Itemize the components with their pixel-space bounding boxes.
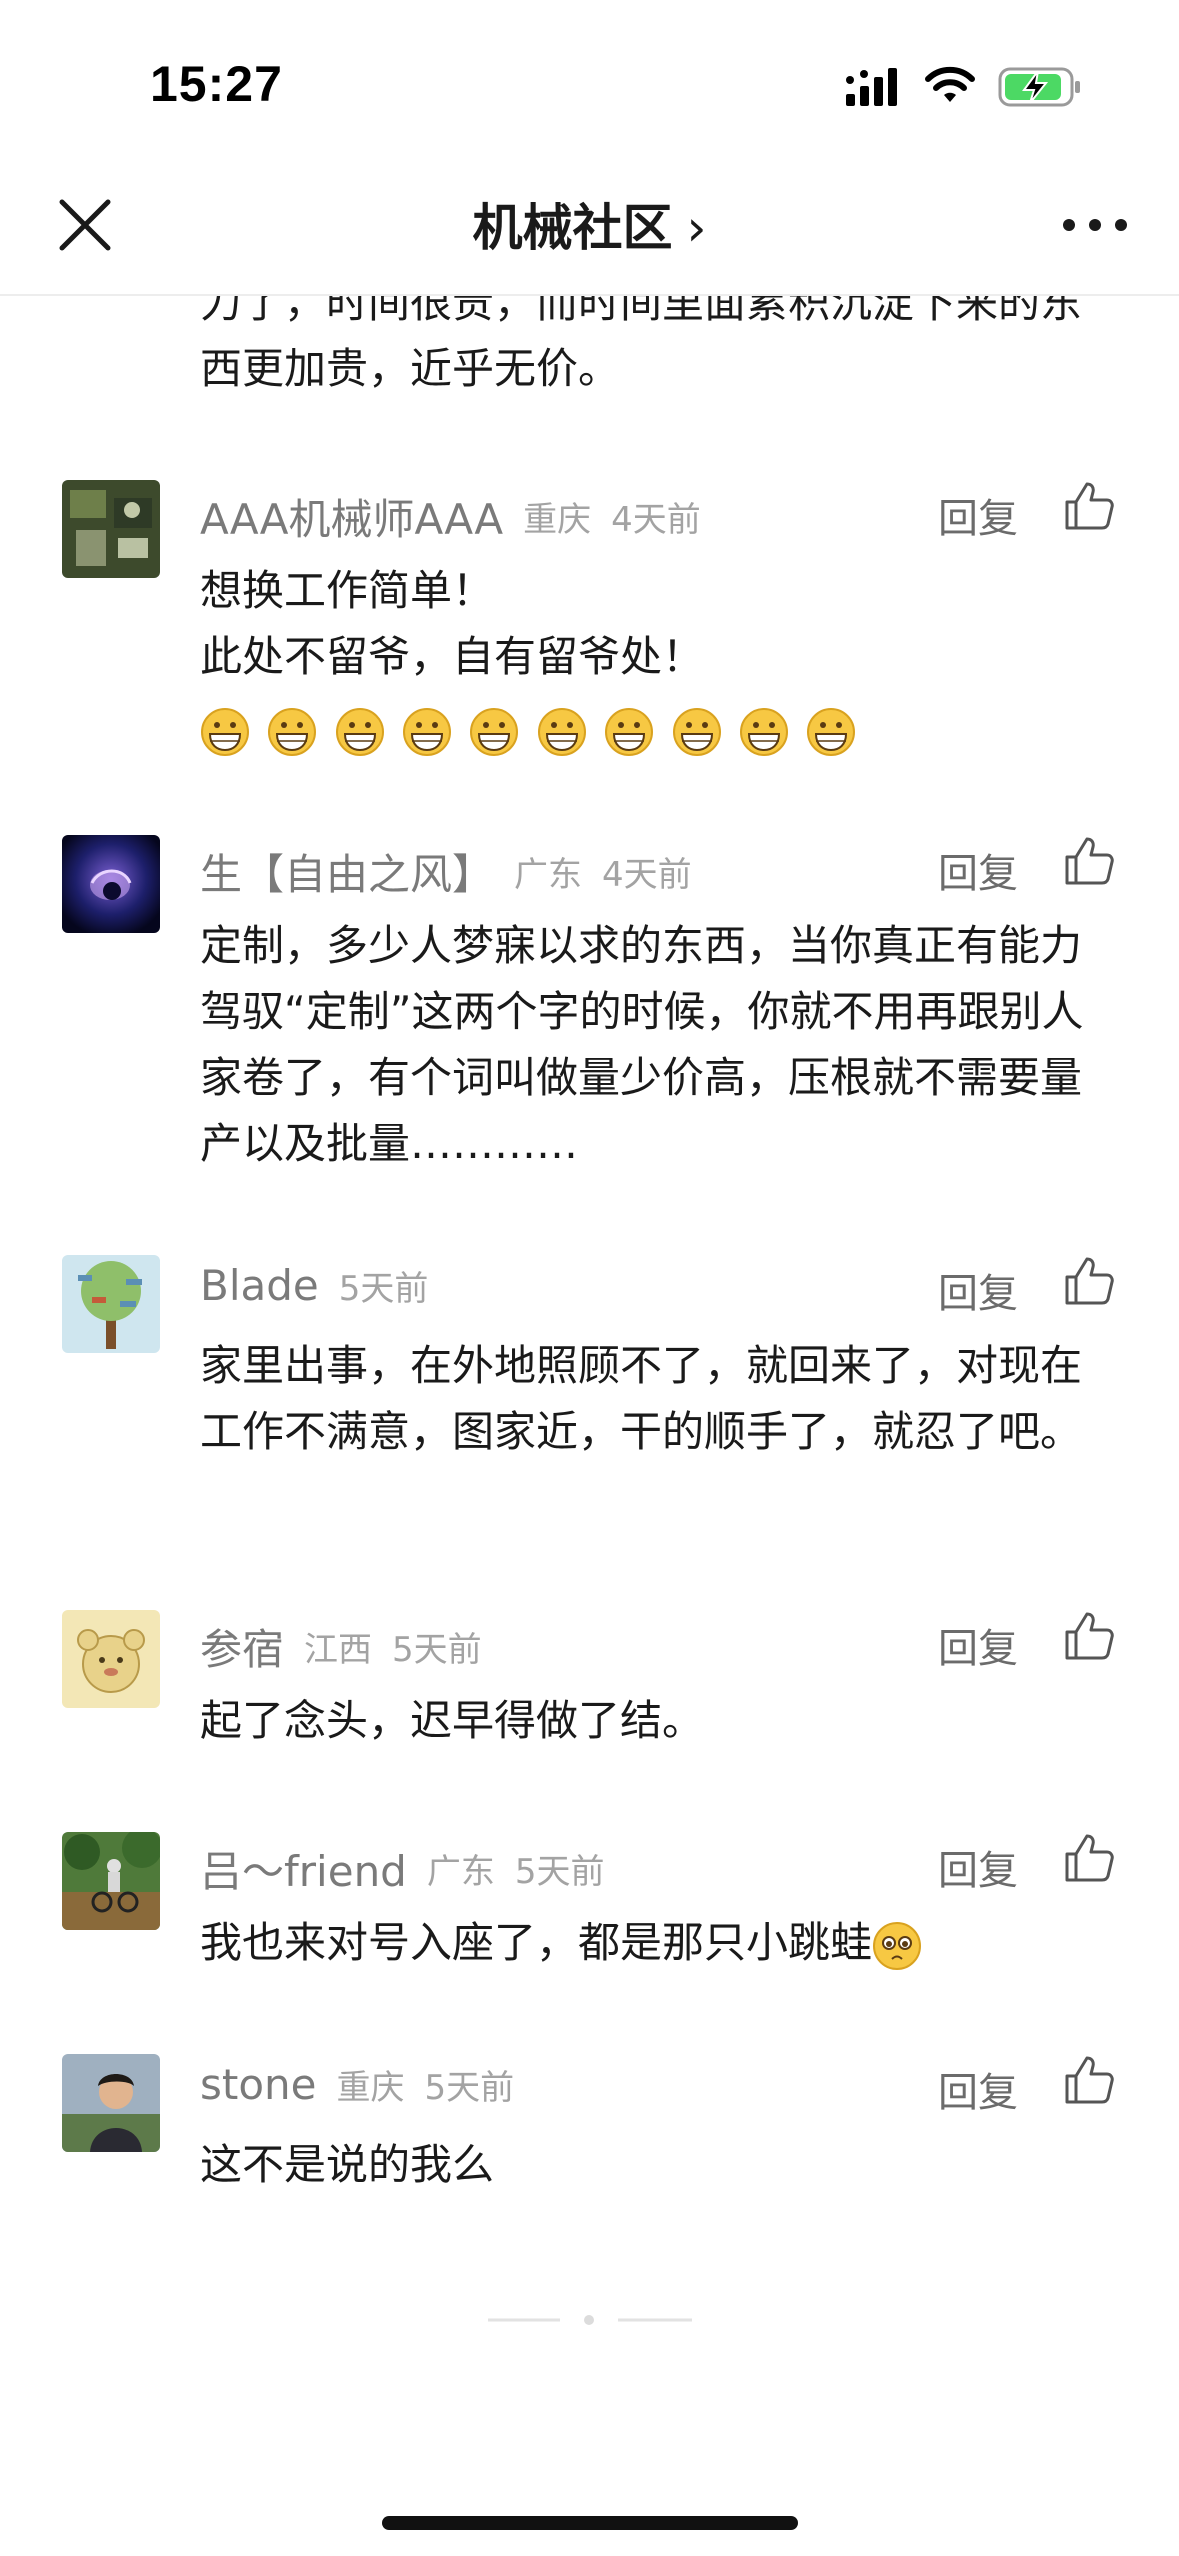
comment-item: 生【自由之风】 广东 4天前 回复 定制，多少人梦寐以求的东西，当你真正有能力驾驭“…: [0, 835, 1179, 1185]
thumbs-up-icon[interactable]: [1063, 835, 1115, 887]
comment-item: AAA机械师AAA 重庆 4天前 回复 想换工作简单！ 此处不留爷，自有留爷处！: [0, 480, 1179, 780]
more-options-icon[interactable]: [1060, 210, 1130, 240]
grinning-face-emoji: [739, 707, 788, 756]
reply-button[interactable]: 回复: [938, 486, 1018, 544]
page-title[interactable]: 机械社区 ›: [0, 188, 1179, 260]
timestamp: 5天前: [514, 1852, 605, 1892]
grinning-face-emoji: [335, 707, 384, 756]
reply-button[interactable]: 回复: [938, 1261, 1018, 1319]
thumbs-up-icon[interactable]: [1063, 1832, 1115, 1884]
grinning-face-emoji: [201, 707, 249, 756]
avatar[interactable]: [62, 2054, 160, 2152]
location: 重庆: [336, 2068, 405, 2108]
thumbs-up-icon[interactable]: [1063, 2054, 1115, 2106]
status-time: 15:27: [150, 56, 283, 112]
comment-text: 这不是说的我么: [200, 2140, 495, 2189]
comment-item: Blade 5天前 回复 家里出事，在外地照顾不了，就回来了，对现在工作不满意，图…: [0, 1255, 1179, 1545]
comment-meta: 参宿 江西 5天前: [200, 1616, 482, 1674]
comment-text: 起了念头，迟早得做了结。: [200, 1696, 705, 1745]
nav-bar: 机械社区 ›: [0, 150, 1179, 296]
comment-text: 家里出事，在外地照顾不了，就回来了，对现在工作不满意，图家近，干的顺手了，就忍了…: [200, 1341, 1083, 1456]
comment-item: stone 重庆 5天前 回复 这不是说的我么: [0, 2054, 1179, 2214]
comment-line: 想换工作简单！: [200, 566, 495, 615]
reply-button[interactable]: 回复: [938, 2060, 1018, 2118]
timestamp: 5天前: [392, 1630, 482, 1670]
avatar[interactable]: [62, 1255, 160, 1353]
pleading-face-emoji: [873, 1921, 922, 1970]
reply-button[interactable]: 回复: [938, 1838, 1018, 1896]
comment-meta: 生【自由之风】 广东 4天前: [200, 841, 692, 899]
avatar[interactable]: [62, 480, 160, 578]
home-indicator[interactable]: [382, 2516, 798, 2530]
comment-meta: stone 重庆 5天前: [200, 2060, 514, 2116]
reply-button[interactable]: 回复: [938, 841, 1018, 899]
comment-meta: AAA机械师AAA 重庆 4天前: [200, 486, 701, 544]
end-of-list-indicator: [488, 2315, 692, 2325]
location: 重庆: [523, 500, 592, 540]
grinning-face-emoji: [403, 707, 452, 756]
comment-item: 吕～friend 广东 5天前 回复 我也来对号入座了，都是那只小跳蛙: [0, 1832, 1179, 1992]
reply-button[interactable]: 回复: [938, 1616, 1018, 1674]
comment-meta: Blade 5天前: [200, 1261, 428, 1317]
timestamp: 5天前: [424, 2068, 515, 2108]
grinning-face-emoji: [807, 707, 856, 756]
comment-text-body: 我也来对号入座了，都是那只小跳蛙: [200, 1918, 873, 1967]
grinning-face-emoji: [470, 707, 519, 756]
comment-text: 我也来对号入座了，都是那只小跳蛙: [200, 1910, 1120, 1976]
comment-line: 此处不留爷，自有留爷处！: [200, 632, 705, 681]
page-title-text: 机械社区: [472, 199, 673, 257]
avatar[interactable]: [62, 835, 160, 933]
emoji-row: [200, 690, 1120, 756]
location: 江西: [304, 1630, 373, 1670]
avatar[interactable]: [62, 1610, 160, 1708]
location: 广东: [426, 1852, 495, 1892]
grinning-face-emoji: [268, 707, 317, 756]
username[interactable]: stone: [200, 2060, 317, 2109]
grinning-face-emoji: [537, 707, 586, 756]
thumbs-up-icon[interactable]: [1063, 480, 1115, 532]
previous-comment-text: 力了，时间很贵，而时间里面累积沉淀下来的东西更加贵，近乎无价。: [200, 296, 1083, 393]
previous-comment: 力了，时间很贵，而时间里面累积沉淀下来的东西更加贵，近乎无价。: [0, 296, 1179, 406]
battery-charging-icon: [998, 67, 1080, 107]
timestamp: 5天前: [338, 1269, 429, 1309]
cellular-signal-icon: [846, 68, 897, 106]
comment-text: 定制，多少人梦寐以求的东西，当你真正有能力驾驭“定制”这两个字的时候，你就不用再…: [200, 921, 1084, 1168]
timestamp: 4天前: [611, 500, 701, 540]
location: 广东: [514, 855, 583, 895]
thumbs-up-icon[interactable]: [1063, 1610, 1115, 1662]
comment-text: 想换工作简单！ 此处不留爷，自有留爷处！: [200, 558, 1120, 756]
grinning-face-emoji: [672, 707, 721, 756]
grinning-face-emoji: [605, 707, 654, 756]
username[interactable]: 吕～friend: [200, 1847, 407, 1896]
timestamp: 4天前: [602, 855, 692, 895]
username[interactable]: Blade: [200, 1261, 319, 1310]
chevron-right-icon: ›: [686, 199, 707, 257]
comment-item: 参宿 江西 5天前 回复 起了念头，迟早得做了结。: [0, 1610, 1179, 1770]
username[interactable]: AAA机械师AAA: [200, 495, 503, 544]
wifi-icon: [925, 66, 975, 102]
avatar[interactable]: [62, 1832, 160, 1930]
thumbs-up-icon[interactable]: [1063, 1255, 1115, 1307]
username[interactable]: 生【自由之风】: [200, 850, 494, 899]
status-bar: 15:27: [0, 0, 1179, 150]
comment-meta: 吕～friend 广东 5天前: [200, 1838, 605, 1896]
username[interactable]: 参宿: [200, 1625, 284, 1674]
